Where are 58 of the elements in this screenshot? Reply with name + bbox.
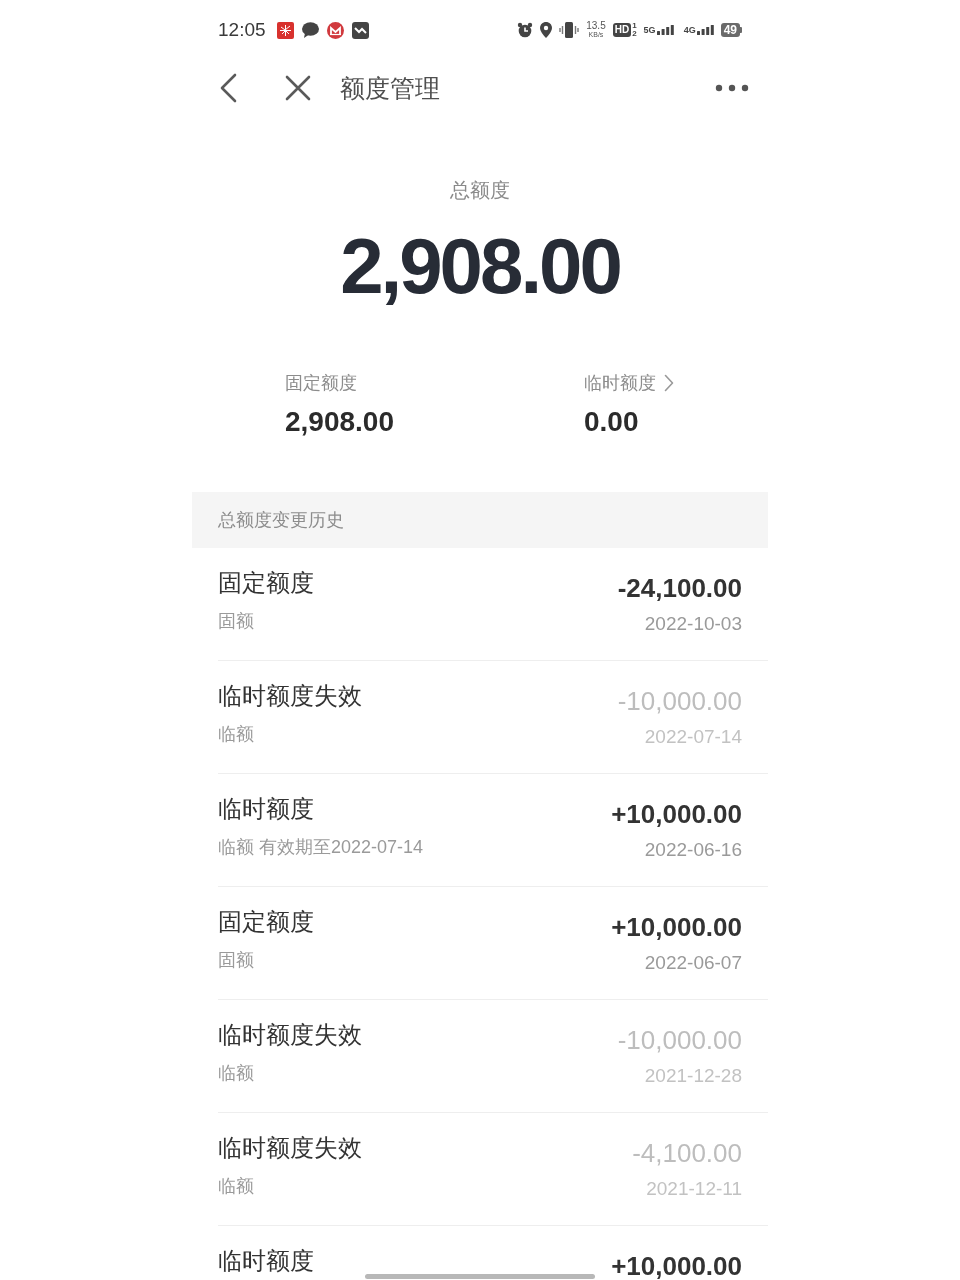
history-subtitle: 固额	[218, 610, 254, 633]
close-button[interactable]	[284, 74, 312, 102]
location-pin-icon	[540, 22, 553, 38]
history-title: 固定额度	[218, 907, 314, 937]
history-title: 固定额度	[218, 568, 314, 598]
history-subtitle: 固额	[218, 949, 254, 972]
limit-amount: 0.00	[584, 405, 639, 439]
limit-label: 临时额度	[584, 372, 656, 395]
sim-number: 1	[632, 22, 637, 30]
square-app-icon	[351, 21, 369, 39]
page-title: 额度管理	[340, 73, 440, 104]
section-title: 总额度变更历史	[218, 509, 344, 532]
total-limit-amount: 2,908.00	[340, 221, 620, 311]
status-time: 12:05	[218, 18, 266, 42]
history-amount: -24,100.00	[617, 574, 742, 602]
history-amount: +10,000.00	[611, 800, 742, 828]
history-subtitle: 临额 有效期至2022-07-14	[218, 836, 424, 859]
history-amount: -4,100.00	[632, 1139, 742, 1167]
limit-amount: 2,908.00	[285, 405, 394, 439]
history-title: 临时额度	[218, 794, 314, 824]
alarm-clock-icon	[517, 22, 534, 38]
history-amount: +10,000.00	[611, 913, 742, 941]
battery-indicator: 49	[720, 23, 742, 37]
history-title: 临时额度失效	[218, 681, 362, 711]
history-date: 2021-12-28	[644, 1064, 742, 1088]
back-button[interactable]	[218, 73, 238, 103]
history-date: 2022-07-14	[644, 725, 742, 749]
history-amount: -10,000.00	[617, 687, 742, 715]
close-icon	[285, 75, 311, 101]
chat-bubble-icon	[301, 22, 319, 38]
history-date: 2021-12-11	[646, 1177, 742, 1201]
signal-bars-icon	[696, 25, 714, 35]
total-limit-label: 总额度	[450, 178, 510, 203]
signal-bars-icon	[656, 25, 674, 35]
sim-number: 2	[632, 30, 637, 38]
back-chevron-icon	[219, 73, 237, 103]
history-subtitle: 临额	[218, 1062, 254, 1085]
network-speed-value: 13.5	[586, 21, 606, 31]
history-amount: +10,000.00	[611, 1252, 742, 1280]
history-title: 临时额度	[218, 1246, 314, 1276]
more-button[interactable]	[714, 83, 750, 93]
history-subtitle: 临额	[218, 1175, 254, 1198]
vibrate-icon	[559, 22, 580, 38]
history-title: 临时额度失效	[218, 1133, 362, 1163]
history-amount: -10,000.00	[617, 1026, 742, 1054]
chevron-right-icon[interactable]	[664, 374, 674, 392]
more-icon	[715, 84, 749, 92]
history-subtitle: 临额	[218, 723, 254, 746]
history-date: 2022-06-07	[644, 951, 742, 975]
hd-badge: HD	[612, 23, 632, 37]
circle-logo-icon	[326, 21, 344, 39]
history-date: 2022-10-03	[644, 612, 742, 636]
history-date: 2022-06-16	[644, 838, 742, 862]
notification-app-icon	[276, 21, 294, 39]
history-title: 临时额度失效	[218, 1020, 362, 1050]
limit-label: 固定额度	[285, 372, 357, 395]
network-type-label: 5G	[643, 25, 656, 35]
network-type-label: 4G	[683, 25, 696, 35]
